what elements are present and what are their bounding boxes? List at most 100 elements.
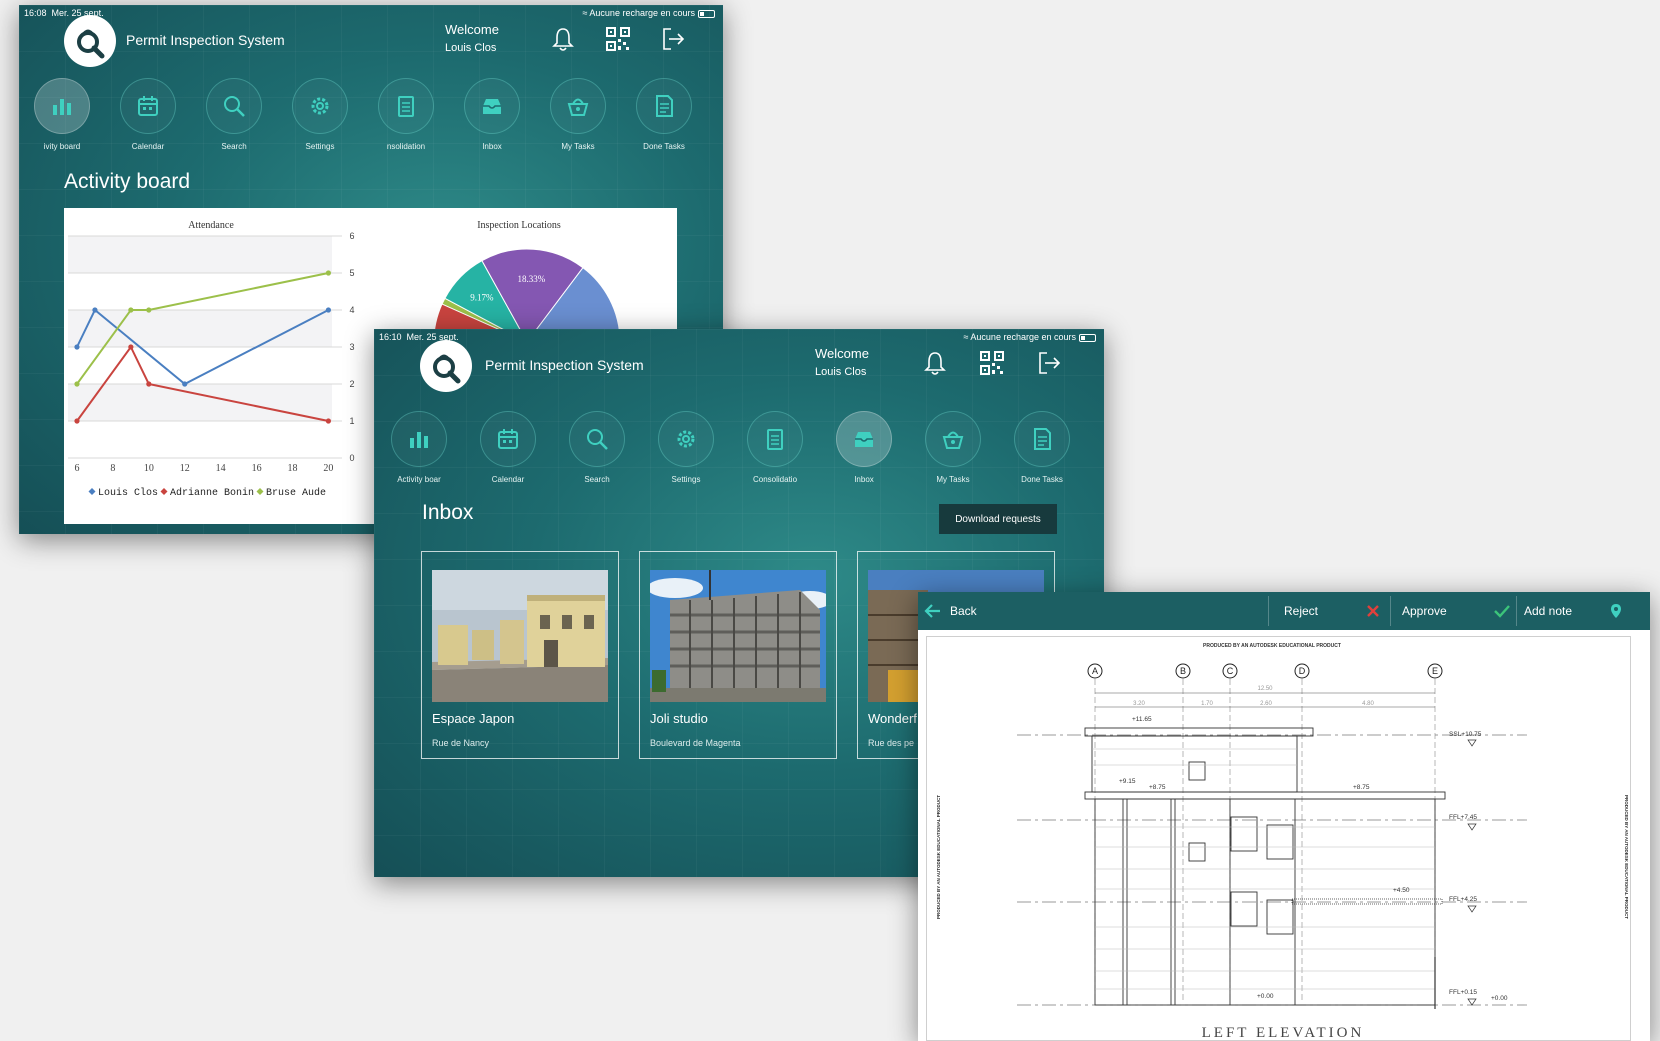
nav-search[interactable]: Search [191, 78, 277, 151]
nav-done-tasks[interactable]: Done Tasks [621, 78, 707, 151]
nav-label: Consolidatio [752, 475, 798, 484]
y-tick-label: 5 [349, 268, 354, 278]
bell-icon[interactable] [549, 25, 577, 53]
attendance-chart: Attendance01234566 8 10 12 14 16 18 20Louis Clo… [68, 220, 355, 499]
user-name: Louis Clos [815, 366, 867, 378]
data-point [92, 307, 98, 313]
nav-settings[interactable]: Settings [643, 411, 729, 484]
grid-band [68, 236, 332, 273]
divider [1390, 596, 1391, 626]
request-card[interactable]: Espace Japon Rue de Nancy [421, 551, 619, 759]
y-tick-label: 1 [349, 416, 354, 426]
add-note-button[interactable]: Add note [1524, 592, 1624, 630]
card-address: Rue des pe [868, 738, 915, 748]
axis-label: B [1180, 666, 1186, 676]
basket-icon [567, 98, 589, 116]
status-bar: 16:08 Mer. 25 sept. ≈ Aucune recharge en… [19, 5, 723, 21]
divider [1516, 596, 1517, 626]
elevation-drawing: PRODUCED BY AN AUTODESK EDUCATIONAL PROD… [926, 636, 1631, 1041]
legend-marker [160, 488, 168, 495]
welcome-block: Welcome Louis Clos [445, 21, 499, 57]
basket-icon [942, 431, 964, 449]
calendar-icon [138, 96, 158, 116]
inspector-logo-icon [77, 29, 105, 59]
battery-icon [1079, 333, 1096, 342]
nav-label: Settings [671, 475, 701, 484]
logout-icon[interactable] [1035, 349, 1063, 377]
bar-chart-icon [53, 99, 71, 115]
chart-title: Attendance [188, 220, 234, 231]
building-photo [432, 570, 608, 702]
welcome-block: Welcome Louis Clos [815, 345, 869, 381]
qr-code-icon[interactable] [978, 349, 1006, 377]
wifi-icon: ≈ [963, 332, 969, 342]
dimension: 2.60 [1260, 701, 1272, 707]
data-point [128, 344, 134, 350]
nav-activity-board[interactable]: ivity board [19, 78, 105, 151]
nav-search[interactable]: Search [554, 411, 640, 484]
axis-label: A [1092, 666, 1098, 676]
level-label: FFL+0.15 [1449, 989, 1477, 996]
back-button[interactable]: Back [924, 592, 977, 630]
x-tick-label: 16 [252, 463, 262, 474]
nav-consolidation[interactable]: nsolidation [363, 78, 449, 151]
request-card[interactable]: Joli studio Boulevard de Magenta [639, 551, 837, 759]
level-mark: +9.15 [1119, 778, 1136, 785]
wifi-icon: ≈ [582, 8, 588, 18]
nav-label: Done Tasks [1021, 475, 1063, 484]
welcome-label: Welcome [445, 22, 499, 37]
nav-calendar[interactable]: Calendar [105, 78, 191, 151]
level-mark: +8.75 [1353, 784, 1370, 791]
nav-settings[interactable]: Settings [277, 78, 363, 151]
level-label: SSL+10.75 [1449, 731, 1482, 738]
nav-calendar[interactable]: Calendar [465, 411, 551, 484]
data-point [146, 307, 152, 313]
approve-button[interactable]: Approve [1402, 592, 1510, 630]
nav-my-tasks[interactable]: My Tasks [910, 411, 996, 484]
pin-icon [1611, 604, 1621, 618]
qr-code-icon[interactable] [604, 25, 632, 53]
logout-icon[interactable] [659, 25, 687, 53]
status-bar: 16:10 Mer. 25 sept. ≈ Aucune recharge en… [374, 329, 1104, 345]
nav-inbox[interactable]: Inbox [821, 411, 907, 484]
axis-label: C [1227, 666, 1234, 676]
gear-icon [677, 430, 695, 448]
data-point [325, 270, 332, 276]
download-requests-button[interactable]: Download requests [939, 504, 1057, 534]
reject-button[interactable]: Reject [1284, 592, 1384, 630]
nav-label: nsolidation [386, 142, 426, 151]
status-charge: ≈ Aucune recharge en cours [582, 8, 715, 18]
welcome-label: Welcome [815, 346, 869, 361]
bell-icon[interactable] [921, 349, 949, 377]
add-note-label: Add note [1524, 604, 1573, 618]
x-tick-label: 6 [74, 463, 79, 474]
inbox-icon [855, 432, 873, 447]
nav-label: Done Tasks [643, 142, 685, 151]
y-tick-label: 2 [349, 379, 354, 389]
plan-viewer: Back Reject Approve Add note PRODUCED BY… [918, 592, 1650, 1041]
data-point [74, 418, 80, 424]
dimension: 1.70 [1201, 701, 1213, 707]
divider [1268, 596, 1269, 626]
clipboard-icon [767, 429, 783, 450]
nav-label: My Tasks [936, 475, 970, 484]
dimension: 4.80 [1362, 701, 1374, 707]
drawing-caption: LEFT ELEVATION [1202, 1025, 1365, 1041]
nav-inbox[interactable]: Inbox [449, 78, 535, 151]
dimension: 3.20 [1133, 701, 1145, 707]
document-icon [656, 95, 673, 117]
x-tick-label: 18 [287, 463, 297, 474]
legend-label: Adrianne Bonin [170, 487, 254, 499]
app-title: Permit Inspection System [126, 32, 285, 48]
nav-consolidation[interactable]: Consolidatio [732, 411, 818, 484]
card-address: Boulevard de Magenta [650, 738, 741, 748]
close-icon [1367, 605, 1379, 617]
nav-activity-board[interactable]: Activity boar [376, 411, 462, 484]
data-point [182, 381, 188, 387]
nav-label: ivity board [43, 142, 81, 151]
nav-done-tasks[interactable]: Done Tasks [999, 411, 1085, 484]
legend-marker [256, 488, 264, 495]
nav-my-tasks[interactable]: My Tasks [535, 78, 621, 151]
x-tick-label: 14 [216, 463, 226, 474]
axis-label: E [1432, 666, 1438, 676]
